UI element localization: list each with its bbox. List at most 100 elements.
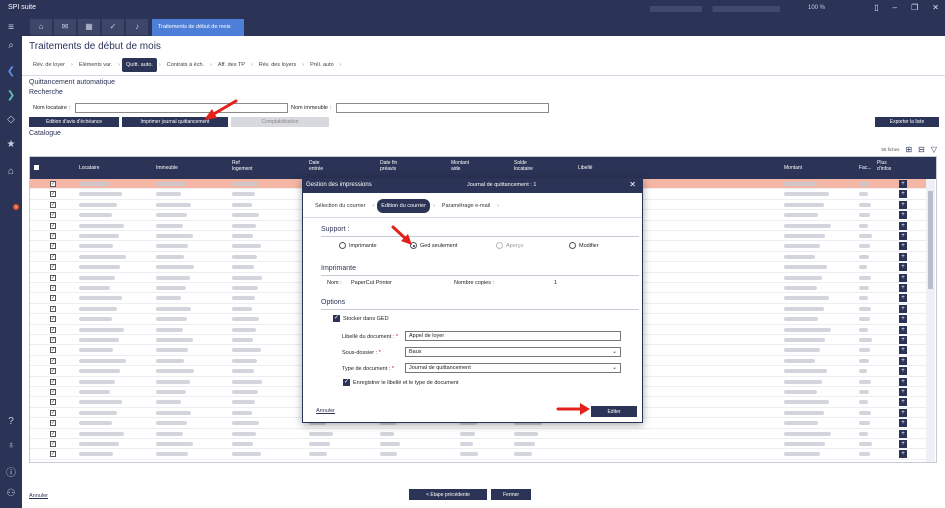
plus-infos-button[interactable]: + [899, 284, 907, 292]
search-icon[interactable]: ⌕ [0, 40, 22, 51]
row-checkbox[interactable]: ✓ [50, 420, 56, 427]
plus-infos-button[interactable]: + [899, 211, 907, 220]
stocker-ged-checkbox[interactable]: ✓ [333, 315, 340, 322]
comptabilisation-button[interactable]: Comptabilisation [231, 117, 329, 127]
table-row[interactable]: ✓ + [30, 449, 926, 460]
close-window-icon[interactable]: ✕ [932, 3, 939, 12]
row-checkbox[interactable]: ✓ [50, 222, 56, 229]
step-rev-loyer[interactable]: Rév. de loyer [29, 58, 69, 72]
step-rev-loyers[interactable]: Rév. des loyers [255, 58, 301, 72]
step-prel-auto[interactable]: Prél. auto [306, 58, 338, 72]
minimize-icon[interactable]: – [893, 3, 897, 12]
row-checkbox[interactable]: ✓ [50, 326, 56, 333]
plus-infos-button[interactable]: + [899, 252, 907, 261]
chevron-right-icon[interactable]: ❯ [0, 90, 22, 101]
table-row[interactable]: ✓ + [30, 439, 926, 450]
select-all-checkbox[interactable] [34, 165, 39, 170]
bell-icon[interactable]: ♪ [126, 19, 148, 35]
plus-infos-button[interactable]: + [899, 190, 907, 199]
plus-infos-button[interactable]: + [899, 200, 907, 209]
libelle-input[interactable]: Appel de loyer [405, 331, 621, 341]
plus-infos-button[interactable]: + [899, 304, 907, 313]
filter-icon[interactable]: ▽ [931, 145, 937, 154]
col-plus-infos[interactable]: Plus d'infos [877, 160, 891, 172]
row-checkbox[interactable]: ✓ [50, 378, 56, 385]
col-ref-logement[interactable]: Ref logement [232, 160, 253, 172]
radio-modifier[interactable]: Modifier [569, 242, 599, 249]
editer-button[interactable]: Editer [591, 406, 637, 417]
row-checkbox[interactable]: ✓ [50, 181, 56, 187]
row-checkbox[interactable]: ✓ [50, 399, 56, 406]
col-montant[interactable]: Montant [784, 165, 802, 171]
vertical-scrollbar[interactable] [926, 179, 935, 462]
locataire-input[interactable] [75, 103, 288, 113]
etape-precedente-button[interactable]: < Etape précédente [409, 489, 487, 500]
col-locataire[interactable]: Locataire [79, 165, 100, 171]
plus-infos-button[interactable]: + [899, 221, 907, 230]
help-icon[interactable]: ? [0, 416, 22, 427]
row-checkbox[interactable]: ✓ [50, 347, 56, 354]
plus-infos-button[interactable]: + [899, 356, 907, 365]
fermer-button[interactable]: Fermer [491, 489, 531, 500]
plus-infos-button[interactable]: + [899, 242, 907, 251]
annuler-link[interactable]: Annuler [29, 493, 48, 499]
col-immeuble[interactable]: Immeuble [156, 165, 178, 171]
plus-infos-button[interactable]: + [899, 440, 907, 448]
immeuble-input[interactable] [336, 103, 549, 113]
step-contrats[interactable]: Contrats à éch. [163, 58, 208, 72]
radio-ged-seulement[interactable]: Ged seulement [410, 242, 457, 249]
plus-infos-button[interactable]: + [899, 398, 907, 407]
exporter-button[interactable]: Exporter la liste [875, 117, 939, 127]
row-checkbox[interactable]: ✓ [50, 212, 56, 219]
lightbulb-icon[interactable]: ♁ [0, 440, 22, 451]
star-icon[interactable]: ★ [0, 139, 22, 150]
edition-avis-button[interactable]: Edition d'avis d'échéance [29, 117, 119, 127]
row-checkbox[interactable]: ✓ [50, 409, 56, 416]
document-icon[interactable]: ▯ [874, 3, 878, 12]
maximize-icon[interactable]: ❐ [911, 3, 918, 12]
close-icon[interactable]: ✕ [629, 180, 636, 189]
row-checkbox[interactable]: ✓ [50, 274, 56, 281]
enregistrer-checkbox[interactable]: ✓ [343, 379, 350, 386]
plus-infos-button[interactable]: + [899, 263, 907, 272]
plus-infos-button[interactable]: + [899, 388, 907, 396]
step-elements-var[interactable]: Eléments var. [75, 58, 116, 72]
check-icon[interactable]: ✓ [102, 19, 124, 35]
row-checkbox[interactable]: ✓ [50, 441, 56, 447]
sous-dossier-select[interactable]: Baux ⌄ [405, 347, 621, 357]
plus-infos-button[interactable]: + [899, 336, 907, 344]
row-checkbox[interactable]: ✓ [50, 264, 56, 271]
user-icon[interactable]: ⚇ [0, 488, 22, 499]
row-checkbox[interactable]: ✓ [50, 337, 56, 343]
plus-infos-button[interactable]: + [899, 294, 907, 303]
col-date-fin[interactable]: Date fin préavis [380, 160, 397, 172]
radio-imprimante[interactable]: Imprimante [339, 242, 377, 249]
col-solde-locataire[interactable]: Solde locataire [514, 160, 533, 172]
export-icon[interactable]: ⊞ [905, 145, 912, 154]
row-checkbox[interactable]: ✓ [50, 253, 56, 260]
step-aff-tp[interactable]: Aff. des TP [214, 58, 249, 72]
col-date-entree[interactable]: Date entrée [309, 160, 323, 172]
plus-infos-button[interactable]: + [899, 180, 907, 188]
calendar-icon[interactable]: ▦ [78, 19, 100, 35]
lock-icon[interactable]: ⌂ [0, 166, 22, 177]
tab-traitements[interactable]: Traitements de début de mois [152, 19, 244, 36]
dialog-annuler-link[interactable]: Annuler [316, 408, 335, 414]
scroll-thumb[interactable] [928, 191, 933, 289]
row-checkbox[interactable]: ✓ [50, 233, 56, 239]
row-checkbox[interactable]: ✓ [50, 430, 56, 437]
info-icon[interactable]: ⓘ [0, 464, 22, 479]
row-checkbox[interactable]: ✓ [50, 243, 56, 250]
row-checkbox[interactable]: ✓ [50, 191, 56, 198]
row-checkbox[interactable]: ✓ [50, 389, 56, 395]
chevron-left-icon[interactable]: ❮ [0, 66, 22, 77]
plus-infos-button[interactable]: + [899, 315, 907, 324]
mail-icon[interactable]: ✉ [54, 19, 76, 35]
row-checkbox[interactable]: ✓ [50, 285, 56, 291]
plus-infos-button[interactable]: + [899, 450, 907, 459]
row-checkbox[interactable]: ✓ [50, 451, 56, 458]
col-fac[interactable]: Fac... [859, 165, 872, 171]
home-icon[interactable]: ⌂ [30, 19, 52, 35]
row-checkbox[interactable]: ✓ [50, 305, 56, 312]
row-checkbox[interactable]: ✓ [50, 295, 56, 302]
